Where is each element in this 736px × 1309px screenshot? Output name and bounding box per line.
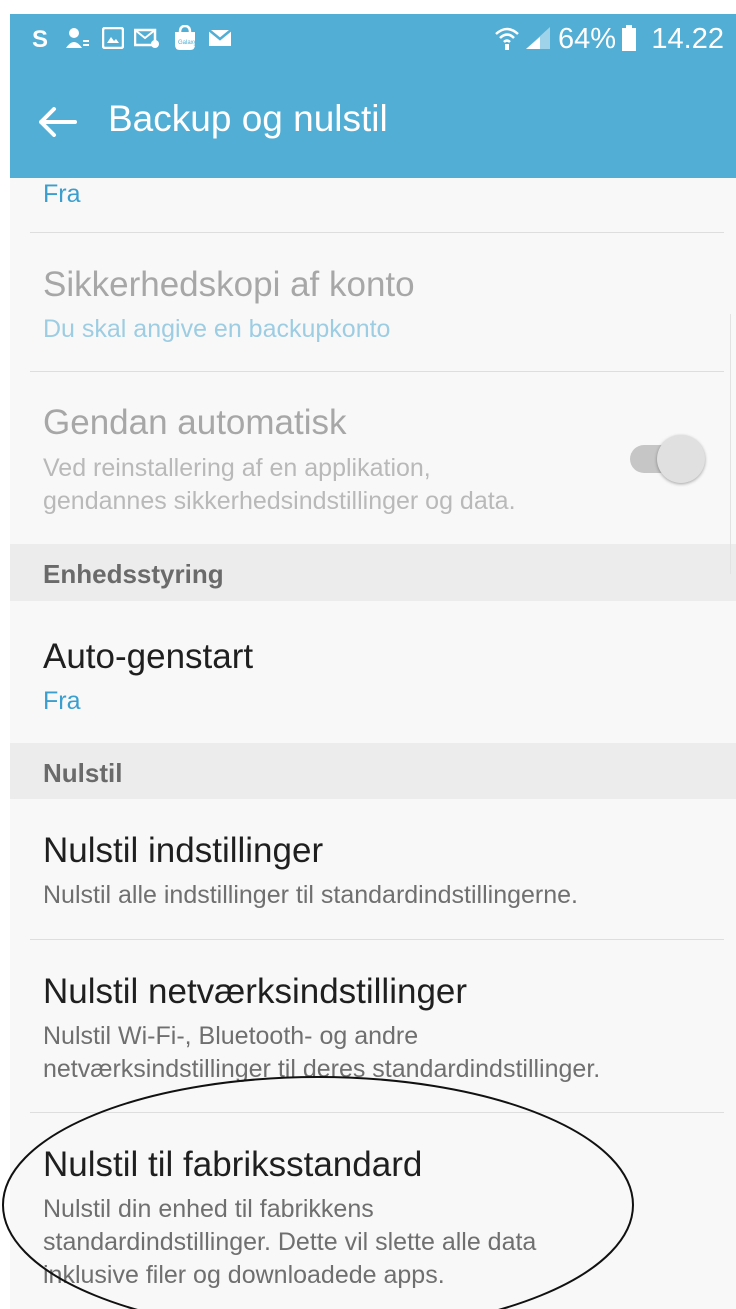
list-item-subtitle: Du skal angive en backupkonto xyxy=(43,315,391,343)
section-header-device: Enhedsstyring xyxy=(10,544,736,601)
wifi-icon xyxy=(494,26,520,50)
list-item-subtitle-line2: gendannes sikkerhedsindstillinger og dat… xyxy=(43,487,516,515)
list-item-title: Gendan automatisk xyxy=(43,403,347,442)
svg-text:S: S xyxy=(32,26,48,50)
clock: 14.22 xyxy=(651,23,724,55)
status-bar: S Galaxy 64% 14.22 xyxy=(10,14,736,64)
signal-icon xyxy=(524,26,552,50)
list-item-partial[interactable]: Fra xyxy=(10,178,736,232)
list-item-title: Nulstil til fabriksstandard xyxy=(43,1145,423,1184)
list-item-subtitle: Fra xyxy=(43,180,81,208)
skype-icon: S xyxy=(32,26,52,50)
list-item-subtitle-line1: Ved reinstallering af en applikation, xyxy=(43,454,431,482)
section-header-reset: Nulstil xyxy=(10,743,736,799)
gallery-icon xyxy=(102,26,124,50)
list-item-subtitle-line3: inklusive filer og downloadede apps. xyxy=(43,1261,445,1289)
app-bar: Backup og nulstil xyxy=(10,64,736,178)
galaxy-apps-icon: Galaxy xyxy=(172,25,198,50)
back-button[interactable] xyxy=(30,94,86,150)
list-item-subtitle-line2: netværksindstillinger til deres standard… xyxy=(43,1055,601,1083)
page-title: Backup og nulstil xyxy=(108,98,388,139)
list-item-reset-settings[interactable]: Nulstil indstillinger Nulstil alle indst… xyxy=(10,799,736,939)
list-item-subtitle: Fra xyxy=(43,687,81,715)
list-item-account-backup[interactable]: Sikkerhedskopi af konto Du skal angive e… xyxy=(10,233,736,371)
battery-icon xyxy=(622,25,636,51)
email-icon xyxy=(208,26,232,50)
mail-settings-icon xyxy=(134,26,160,50)
list-item-title: Nulstil indstillinger xyxy=(43,831,324,870)
battery-percentage: 64% xyxy=(557,23,616,55)
list-item-reset-network[interactable]: Nulstil netværksindstillinger Nulstil Wi… xyxy=(10,940,736,1112)
list-item-subtitle: Nulstil alle indstillinger til standardi… xyxy=(43,881,578,909)
toggle-knob xyxy=(657,435,705,483)
section-header-label: Nulstil xyxy=(43,758,123,788)
list-item-subtitle-line1: Nulstil Wi-Fi-, Bluetooth- og andre xyxy=(43,1022,419,1050)
list-item-auto-restore[interactable]: Gendan automatisk Ved reinstallering af … xyxy=(10,372,736,544)
section-header-label: Enhedsstyring xyxy=(43,559,224,589)
scrollbar xyxy=(730,314,735,574)
list-item-title: Nulstil netværksindstillinger xyxy=(43,972,468,1011)
phone-screen: S Galaxy 64% 14.22 Backup og nulstil Fra… xyxy=(10,14,736,1309)
svg-text:Galaxy: Galaxy xyxy=(178,40,197,46)
list-item-subtitle-line1: Nulstil din enhed til fabrikkens xyxy=(43,1195,374,1223)
arrow-left-icon xyxy=(39,107,77,137)
list-item-auto-restart[interactable]: Auto-genstart Fra xyxy=(10,601,736,743)
list-item-title: Auto-genstart xyxy=(43,637,254,676)
list-item-subtitle-line2: standardindstillinger. Dette vil slette … xyxy=(43,1228,537,1256)
list-item-title: Sikkerhedskopi af konto xyxy=(43,265,415,304)
list-item-factory-reset[interactable]: Nulstil til fabriksstandard Nulstil din … xyxy=(10,1113,736,1309)
account-icon xyxy=(64,26,90,50)
